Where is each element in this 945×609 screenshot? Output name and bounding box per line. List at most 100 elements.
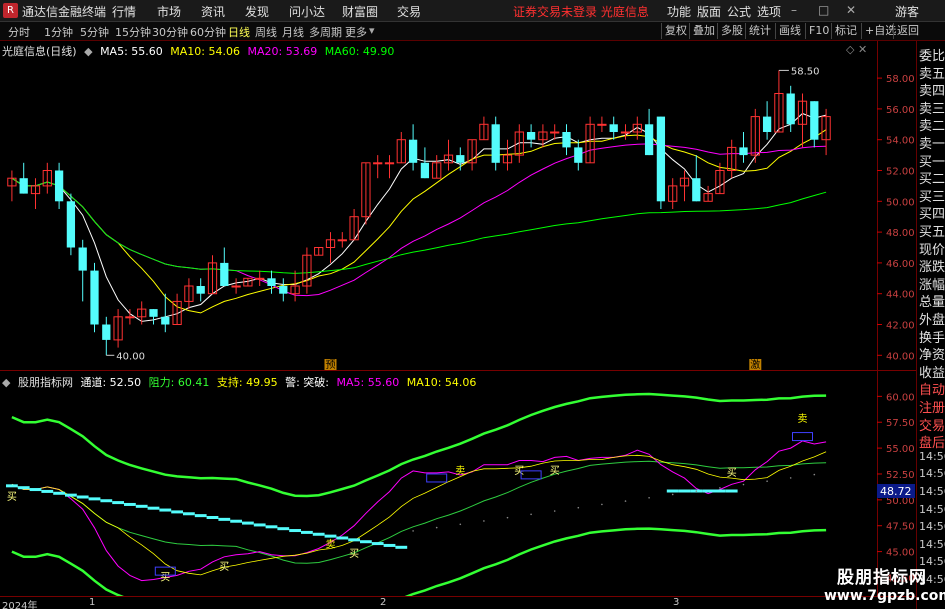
chevron-down-icon[interactable]: ▾ [369,24,375,37]
candle-body [384,162,395,165]
support-label: 支持: 49.95 [216,376,278,389]
f10-button[interactable]: F10 [805,23,832,39]
tab-30min[interactable]: 30分钟 [152,24,188,40]
candle-body [337,239,347,242]
candle-body [125,316,135,319]
indicator-svg[interactable]: 买买买买卖卖买买买卖 60.0057.5055.0052.5050.0047.5… [0,371,916,609]
time-label-feb: 2 [380,597,387,608]
indicator-name-label[interactable]: 股朋指标网 [18,376,73,389]
breakout-bar [277,527,290,531]
adjust-button[interactable]: 复权 [661,23,690,39]
candle-body [373,162,383,165]
candle-body [196,286,205,294]
signal-box [426,473,448,483]
menu-layout[interactable]: 版面 [697,3,721,20]
breakout-bar [100,499,113,503]
tab-60min[interactable]: 60分钟 [190,24,226,40]
candle-body [550,131,560,134]
breakout-bar [371,542,384,546]
settings-icon[interactable]: ◇ ✕ [846,43,867,56]
tab-15min[interactable]: 15分钟 [115,24,151,40]
dot-marker [483,520,485,522]
ind-tick-label: 47.50 [886,522,915,533]
menu-quotes[interactable]: 行情 [112,3,136,20]
menu-discover[interactable]: 发现 [245,3,269,20]
buy-signal: 买 [160,572,170,584]
breakout-bar [301,530,313,534]
quote-row: 盘后 [919,436,945,452]
candle-body [810,101,819,140]
quote-row: 卖四 [919,84,945,100]
multi-stock-button[interactable]: 多股 [717,23,746,39]
menu-news[interactable]: 资讯 [201,3,225,20]
candlestick-svg[interactable]: 58.50 40.00 预 激 58.00 56.00 54.00 52.00 50.00 48… [0,41,916,371]
menu-function[interactable]: 功能 [667,3,691,20]
back-button[interactable]: 返回 [893,23,922,39]
indicator-chart[interactable]: 买买买买卖卖买买买卖 60.00 57.50 55.00 52.50 50.00 47.5… [0,371,916,609]
candle-body [78,247,87,271]
candle-body [408,139,418,163]
chevron-down-icon[interactable]: ◆ [84,45,92,58]
dot-marker [648,496,650,499]
tab-timeshare[interactable]: 分时 [8,24,30,40]
candlestick-chart[interactable]: 58.50 40.00 预 激 58.00 56.00 54.00 52.00 50.00 48… [0,41,916,371]
chevron-down-icon[interactable]: ◆ [2,376,10,389]
breakout-bar [135,504,148,508]
quote-row: 总量 [919,295,945,311]
dot-marker [459,523,462,526]
breakout-bar [194,514,207,518]
quote-row: 14:56 [919,449,945,463]
tab-monthly[interactable]: 月线 [282,24,304,40]
breakout-bar [383,543,396,547]
ind-ma10-line [11,451,827,576]
menu-wealth-circle[interactable]: 财富圈 [342,3,378,20]
dot-marker [719,487,721,489]
price-tick-label: 52.00 [886,167,915,178]
breakout-bar [6,484,18,488]
quote-row: 净资 [919,348,945,364]
tab-5min[interactable]: 5分钟 [80,24,109,40]
pre-mark-label: 预 [326,359,336,371]
menu-assistant[interactable]: 问小达 [289,3,325,20]
ma10-line [11,129,827,314]
stock-name-label[interactable]: 光庭信息(日线) [2,45,77,58]
draw-line-button[interactable]: 画线 [775,23,804,39]
tab-weekly[interactable]: 周线 [255,24,277,40]
maximize-icon[interactable]: □ [818,3,829,17]
candle-body [54,170,64,202]
candle-body [19,178,28,194]
close-icon[interactable]: ✕ [846,3,856,17]
buy-signal: 买 [727,467,737,479]
ma60-line [11,177,827,274]
tab-multi-period[interactable]: 多周期 [309,24,342,40]
menu-market[interactable]: 市场 [157,3,181,20]
mark-button[interactable]: 标记 [831,23,860,39]
candle-body [267,278,276,286]
breakout-bar [725,489,738,493]
ind-ma5-line [11,440,827,582]
quote-row: 14:56 [919,520,945,534]
candle-body [739,147,748,156]
tab-more[interactable]: 更多 [345,24,367,40]
guest-button[interactable]: 游客 [895,3,919,20]
ma5-label: MA5: 55.60 [100,45,163,58]
menu-options[interactable]: 选项 [757,3,781,20]
tab-daily[interactable]: 日线 [228,24,250,40]
watermark: 股朋指标网 www.7gpzb.com [824,563,945,607]
candle-body [574,147,583,163]
candle-body [597,123,607,126]
dot-marker [671,493,674,496]
quote-row: 卖五 [919,66,945,82]
quote-row: 收益 [919,365,945,381]
minimize-icon[interactable]: – [791,3,797,17]
quote-row: 委比 [919,49,945,64]
menu-formula[interactable]: 公式 [727,3,751,20]
stats-button[interactable]: 统计 [745,23,774,39]
breakout-bar [147,506,160,510]
candle-body [491,124,500,163]
breakout-bar [242,521,254,525]
tab-1min[interactable]: 1分钟 [44,24,73,40]
menu-trade[interactable]: 交易 [397,3,421,20]
overlay-button[interactable]: 叠加 [689,23,718,39]
period-tab-bar: 分时 1分钟 5分钟 15分钟 30分钟 60分钟 日线 周线 月线 多周期 更… [0,22,945,41]
